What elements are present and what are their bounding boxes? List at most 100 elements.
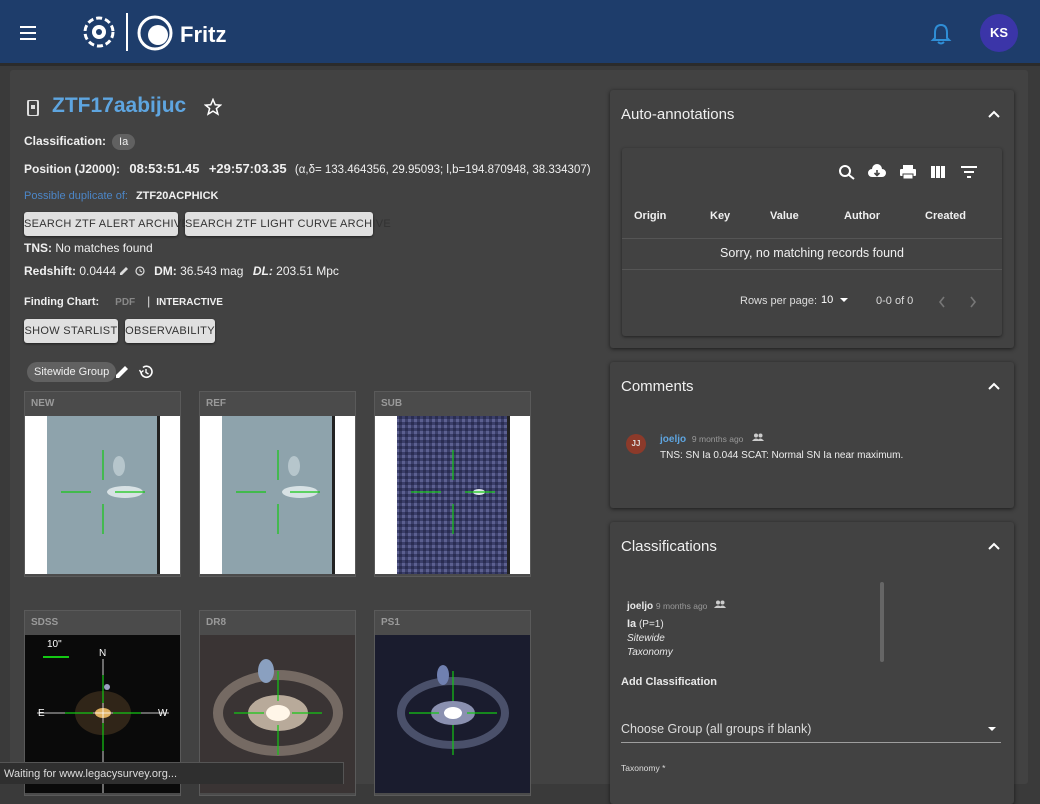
dm-unit: mag (220, 264, 244, 278)
empty-table-message: Sorry, no matching records found (720, 246, 904, 260)
column-header-key[interactable]: Key (710, 210, 730, 222)
cutout-label: DR8 (206, 617, 227, 628)
dm-value: 36.543 (180, 264, 217, 278)
dropdown-arrow-icon (840, 298, 849, 302)
comment-author[interactable]: joeljo (660, 434, 686, 445)
redshift-label: Redshift: (24, 264, 76, 278)
collapse-chevron-icon[interactable] (988, 542, 1000, 550)
pagination-status: 0-0 of 0 (876, 295, 914, 307)
position-label: Position (J2000): (24, 162, 121, 176)
cutout-label: SDSS (31, 617, 59, 628)
filter-list-icon[interactable] (960, 164, 978, 180)
divider (622, 238, 1002, 239)
finding-chart-label: Finding Chart: (24, 296, 100, 308)
show-starlist-button[interactable]: SHOW STARLIST (24, 319, 118, 343)
source-page: ZTF17aabijuc Classification: Ia Position … (10, 70, 1028, 804)
collapse-chevron-icon[interactable] (988, 382, 1000, 390)
duplicate-link[interactable]: ZTF20ACPHICK (136, 190, 219, 202)
auto-annotations-title: Auto-annotations (621, 106, 735, 123)
classification-label: Classification: (24, 134, 107, 148)
search-lightcurve-archive-button[interactable]: SEARCH ZTF LIGHT CURVE ARCHIVE (185, 212, 391, 236)
sdss-east-label: E (38, 708, 45, 719)
comment-time: 9 months ago (691, 434, 744, 444)
group-select[interactable]: Choose Group (all groups if blank) (621, 720, 1001, 742)
dl-unit: Mpc (316, 264, 339, 278)
position-detail: (α,δ= 133.464356, 29.95093; l,b=194.8709… (294, 164, 591, 176)
classification-prob: (P=1) (638, 619, 664, 630)
cutout-sub-image (375, 416, 530, 574)
user-avatar[interactable]: KS (980, 14, 1018, 52)
source-name: ZTF17aabijuc (52, 94, 187, 117)
next-page-icon[interactable] (969, 296, 977, 308)
separator: | (147, 294, 151, 308)
classification-time: 9 months ago (655, 601, 708, 611)
dropdown-arrow-icon (988, 727, 996, 731)
classifications-scrollbar[interactable] (880, 582, 884, 662)
dec-value: +29:57:03.35 (208, 161, 287, 176)
collapse-chevron-icon[interactable] (988, 110, 1000, 118)
sdss-west-label: W (158, 708, 168, 719)
view-columns-icon[interactable] (929, 164, 947, 180)
top-app-bar: Fritz KS (0, 0, 1040, 66)
cutout-ref: REF (199, 391, 356, 577)
column-header-value[interactable]: Value (770, 210, 799, 222)
rows-per-page-label: Rows per page: (740, 295, 818, 307)
tns-row: TNS: No matches found (24, 241, 153, 255)
cutout-ps1-image (375, 635, 530, 793)
finding-chart-interactive-link[interactable]: INTERACTIVE (156, 297, 223, 308)
globe-logo-icon[interactable] (80, 13, 118, 51)
print-icon[interactable] (899, 164, 917, 180)
history-icon[interactable] (138, 364, 154, 380)
column-header-author[interactable]: Author (844, 210, 880, 222)
previous-page-icon[interactable] (938, 296, 946, 308)
observability-button[interactable]: OBSERVABILITY (125, 319, 215, 343)
sdss-north-label: N (99, 648, 107, 659)
cutout-sub: SUB (374, 391, 531, 577)
ra-value: 08:53:51.45 (129, 161, 200, 176)
cutout-ps1: PS1 (374, 610, 531, 796)
classification-taxonomy: Taxonomy (627, 647, 673, 658)
rows-per-page-select[interactable]: 10 (821, 294, 849, 306)
comment-author-avatar: JJ (626, 434, 646, 454)
column-header-created[interactable]: Created (925, 210, 966, 222)
brand-name[interactable]: Fritz (180, 22, 226, 48)
download-cloud-icon[interactable] (868, 164, 886, 180)
classification-row: Classification: Ia (24, 134, 136, 150)
redshift-history-icon[interactable] (135, 266, 145, 276)
source-info-panel: ZTF17aabijuc Classification: Ia Position … (10, 70, 600, 796)
edit-redshift-icon[interactable] (119, 266, 129, 276)
classification-entry-class: Ia (P=1) (627, 618, 664, 630)
classification-entry-header: joeljo 9 months ago (627, 600, 727, 612)
logo-divider (126, 13, 128, 51)
finding-chart-pdf-link[interactable]: PDF (115, 297, 135, 308)
redshift-row: Redshift: 0.0444 DM: 36.543 mag DL: 203.… (24, 264, 339, 278)
group-visibility-icon (714, 600, 727, 608)
notifications-bell-icon[interactable] (930, 22, 952, 46)
divider (622, 269, 1002, 270)
comments-card: Comments JJ joeljo 9 months ago TNS: SN … (610, 362, 1014, 508)
column-header-origin[interactable]: Origin (634, 210, 666, 222)
classification-chip: Ia (112, 134, 136, 150)
comment-text: TNS: SN Ia 0.044 SCAT: Normal SN Ia near… (660, 450, 904, 461)
hamburger-menu-icon[interactable] (20, 26, 36, 40)
search-icon[interactable] (838, 164, 856, 180)
comment-header: joeljo 9 months ago (660, 433, 765, 445)
finding-chart-row: Finding Chart: PDF | INTERACTIVE (24, 294, 223, 308)
cutout-ref-image (200, 416, 355, 574)
classification-group: Sitewide (627, 633, 665, 644)
position-row: Position (J2000): 08:53:51.45 +29:57:03.… (24, 161, 591, 176)
fritz-logo-icon[interactable] (136, 14, 174, 52)
cutout-label: REF (206, 398, 226, 409)
cutout-label: SUB (381, 398, 403, 409)
cutout-label: NEW (31, 398, 55, 409)
classifications-card: Classifications joeljo 9 months ago Ia (… (610, 522, 1014, 804)
dl-label: DL: (252, 264, 273, 278)
edit-groups-icon[interactable] (114, 364, 130, 380)
mobile-phone-icon (27, 100, 39, 116)
classification-author: joeljo (627, 601, 654, 612)
group-chip[interactable]: Sitewide Group (27, 362, 117, 382)
search-alert-archive-button[interactable]: SEARCH ZTF ALERT ARCHIVE (24, 212, 189, 236)
favorite-star-icon[interactable] (204, 98, 222, 116)
rows-per-page-value: 10 (821, 294, 834, 306)
auto-annotations-card: Auto-annotations Origin Key Value Author… (610, 90, 1014, 348)
